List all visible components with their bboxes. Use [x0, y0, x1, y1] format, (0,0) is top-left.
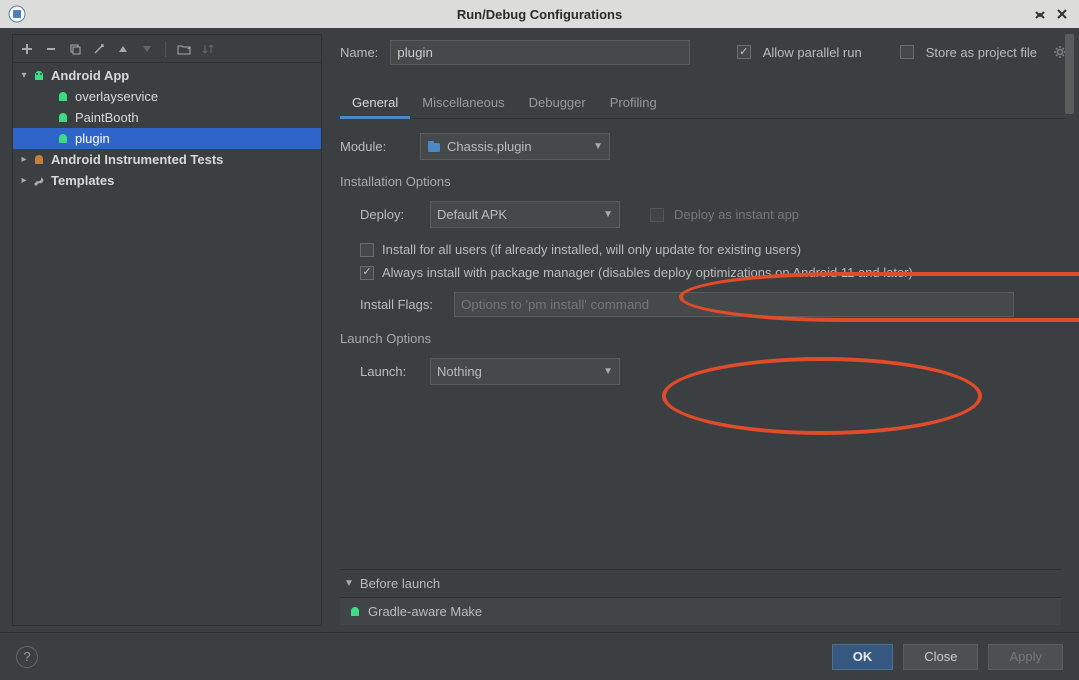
close-button[interactable]: Close — [903, 644, 978, 670]
android-test-icon — [31, 152, 47, 168]
install-flags-label: Install Flags: — [360, 297, 440, 312]
install-all-users-label: Install for all users (if already instal… — [382, 242, 801, 257]
expand-icon[interactable]: ▼ — [344, 578, 354, 589]
minimize-button[interactable] — [1031, 5, 1049, 23]
help-button[interactable]: ? — [16, 646, 38, 668]
module-select[interactable]: Chassis.plugin ▼ — [420, 133, 610, 160]
dialog-footer: ? OK Close Apply — [0, 632, 1079, 680]
allow-parallel-label: Allow parallel run — [763, 45, 862, 60]
install-flags-row: Install Flags: — [360, 292, 1061, 317]
app-icon — [8, 5, 26, 23]
android-icon — [55, 110, 71, 126]
close-button[interactable] — [1053, 5, 1071, 23]
expand-icon[interactable]: ▾ — [17, 70, 31, 81]
android-icon — [348, 605, 362, 619]
store-project-label: Store as project file — [926, 45, 1037, 60]
tree-item-overlayservice[interactable]: overlayservice — [13, 86, 321, 107]
ok-button[interactable]: OK — [832, 644, 894, 670]
chevron-down-icon: ▼ — [603, 209, 613, 220]
task-label: Gradle-aware Make — [368, 604, 482, 619]
tab-general[interactable]: General — [340, 88, 410, 118]
wrench-icon — [31, 173, 47, 189]
allow-parallel-checkbox[interactable] — [737, 45, 751, 59]
tab-miscellaneous[interactable]: Miscellaneous — [410, 88, 516, 118]
tab-content: Module: Chassis.plugin ▼ Installation Op… — [340, 119, 1067, 626]
always-pm-label: Always install with package manager (dis… — [382, 265, 913, 280]
tree-item-plugin[interactable]: plugin — [13, 128, 321, 149]
launch-row: Launch: Nothing ▼ — [340, 358, 1061, 385]
always-pm-row: Always install with package manager (dis… — [360, 265, 1061, 280]
tree-toolbar — [13, 35, 321, 63]
window-title: Run/Debug Configurations — [457, 7, 622, 22]
deploy-instant-label: Deploy as instant app — [674, 207, 799, 222]
remove-config-button[interactable] — [43, 41, 59, 57]
expand-icon[interactable]: ▸ — [17, 175, 31, 186]
launch-value: Nothing — [437, 364, 482, 379]
module-row: Module: Chassis.plugin ▼ — [340, 133, 1061, 160]
tab-debugger[interactable]: Debugger — [517, 88, 598, 118]
apply-button[interactable]: Apply — [988, 644, 1063, 670]
folder-button[interactable] — [176, 41, 192, 57]
chevron-down-icon: ▼ — [593, 141, 603, 152]
launch-select[interactable]: Nothing ▼ — [430, 358, 620, 385]
expand-icon[interactable]: ▸ — [17, 154, 31, 165]
copy-config-button[interactable] — [67, 41, 83, 57]
name-label: Name: — [340, 45, 378, 60]
task-gradle-make[interactable]: Gradle-aware Make — [340, 598, 1061, 625]
android-icon — [31, 68, 47, 84]
move-up-button[interactable] — [115, 41, 131, 57]
dialog-body: ▾ Android App overlayservice PaintBooth — [0, 28, 1079, 680]
move-down-button[interactable] — [139, 41, 155, 57]
install-flags-input[interactable] — [454, 292, 1014, 317]
deploy-value: Default APK — [437, 207, 507, 222]
tabs: General Miscellaneous Debugger Profiling — [340, 88, 1067, 119]
scrollbar[interactable] — [1065, 34, 1074, 626]
install-all-users-row: Install for all users (if already instal… — [360, 242, 1061, 257]
module-value: Chassis.plugin — [447, 139, 532, 154]
tree-group-templates[interactable]: ▸ Templates — [13, 170, 321, 191]
launch-label: Launch: — [360, 364, 420, 379]
installation-options-title: Installation Options — [340, 174, 1061, 189]
deploy-row: Deploy: Default APK ▼ Deploy as instant … — [340, 201, 1061, 228]
android-icon — [55, 89, 71, 105]
before-launch-label: Before launch — [360, 576, 440, 591]
deploy-select[interactable]: Default APK ▼ — [430, 201, 620, 228]
config-editor-panel: Name: Allow parallel run Store as projec… — [334, 34, 1067, 626]
before-launch-section[interactable]: ▼ Before launch — [340, 569, 1061, 598]
module-icon — [427, 140, 441, 154]
store-project-checkbox[interactable] — [900, 45, 914, 59]
titlebar: Run/Debug Configurations — [0, 0, 1079, 28]
install-all-users-checkbox[interactable] — [360, 243, 374, 257]
sort-button[interactable] — [200, 41, 216, 57]
deploy-label: Deploy: — [360, 207, 420, 222]
always-pm-checkbox[interactable] — [360, 266, 374, 280]
edit-templates-button[interactable] — [91, 41, 107, 57]
deploy-instant-checkbox[interactable] — [650, 208, 664, 222]
name-row: Name: Allow parallel run Store as projec… — [340, 34, 1067, 70]
tree-group-instrumented[interactable]: ▸ Android Instrumented Tests — [13, 149, 321, 170]
add-config-button[interactable] — [19, 41, 35, 57]
tree-group-android-app[interactable]: ▾ Android App — [13, 65, 321, 86]
config-tree-panel: ▾ Android App overlayservice PaintBooth — [12, 34, 322, 626]
name-input[interactable] — [390, 40, 690, 65]
launch-options-title: Launch Options — [340, 331, 1061, 346]
tree-item-paintbooth[interactable]: PaintBooth — [13, 107, 321, 128]
config-tree[interactable]: ▾ Android App overlayservice PaintBooth — [13, 63, 321, 625]
module-label: Module: — [340, 139, 410, 154]
chevron-down-icon: ▼ — [603, 366, 613, 377]
dialog-window: Run/Debug Configurations — [0, 0, 1079, 680]
tab-profiling[interactable]: Profiling — [598, 88, 669, 118]
android-icon — [55, 131, 71, 147]
